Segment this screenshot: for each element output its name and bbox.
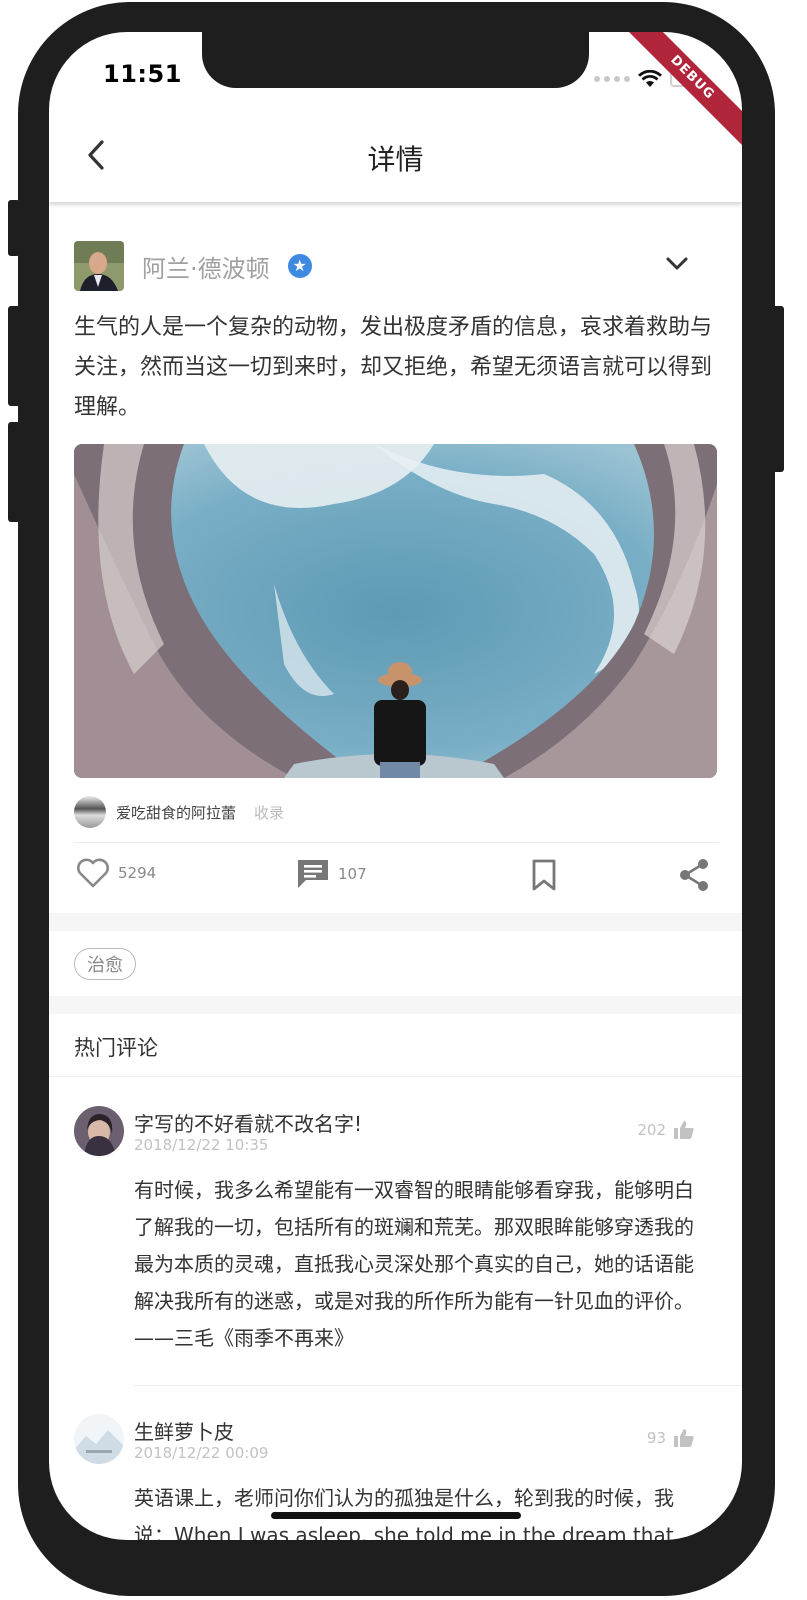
thumbs-up-icon <box>674 1429 694 1447</box>
chevron-down-icon[interactable] <box>665 256 689 272</box>
side-button-volume-up <box>8 306 20 406</box>
comment-button[interactable]: 107 <box>296 858 367 890</box>
page-title: 详情 <box>367 143 424 176</box>
image-credit[interactable]: 爱吃甜食的阿拉蕾 收录 <box>74 796 284 828</box>
divider <box>49 1076 742 1077</box>
bookmark-icon[interactable] <box>531 858 557 892</box>
author-name[interactable]: 阿兰·德波顿 <box>142 249 270 284</box>
comment-count: 107 <box>338 865 367 883</box>
commenter-avatar[interactable] <box>74 1106 124 1156</box>
thumbs-up-icon <box>674 1121 694 1139</box>
comment-like-button[interactable]: 93 <box>647 1429 694 1447</box>
author-avatar[interactable] <box>74 241 124 291</box>
comment-text: 有时候，我多么希望能有一双睿智的眼睛能够看穿我，能够明白了解我的一切，包括所有的… <box>134 1178 694 1350</box>
post-content: 生气的人是一个复杂的动物，发出极度矛盾的信息，哀求着救助与关注，然而当这一切到来… <box>74 315 713 420</box>
comment-item: 字写的不好看就不改名字! 2018/12/22 10:35 202 有时候，我多… <box>49 1102 742 1392</box>
tag-chip[interactable]: 治愈 <box>74 948 136 980</box>
comment-icon <box>298 860 328 888</box>
comment-item: 生鲜萝卜皮 2018/12/22 00:09 93 英语课上，老师问你们认为的孤… <box>49 1410 742 1540</box>
hot-comments-title: 热门评论 <box>74 1036 158 1060</box>
comment-time: 2018/12/22 00:09 <box>134 1444 269 1462</box>
status-time: 11:51 <box>103 60 182 88</box>
section-separator <box>49 996 742 1014</box>
like-button[interactable]: 5294 <box>76 858 156 888</box>
section-separator <box>49 913 742 931</box>
credit-name[interactable]: 爱吃甜食的阿拉蕾 <box>116 802 236 823</box>
comment-like-count: 202 <box>637 1121 666 1139</box>
commenter-avatar[interactable] <box>74 1414 124 1464</box>
divider <box>134 1385 742 1386</box>
screen: 11:51 DEBUG 详情 阿兰·德波顿 ★ 生气的人是一个复杂的动物，发出极… <box>49 32 742 1540</box>
post-image[interactable] <box>74 444 717 778</box>
notch <box>202 32 589 88</box>
side-button-mute <box>8 200 20 256</box>
commenter-name[interactable]: 生鲜萝卜皮 <box>134 1416 234 1445</box>
comment-time: 2018/12/22 10:35 <box>134 1136 269 1154</box>
star-badge-icon: ★ <box>287 254 312 278</box>
commenter-name[interactable]: 字写的不好看就不改名字! <box>134 1108 362 1137</box>
heart-icon <box>77 858 109 888</box>
credit-label: 收录 <box>254 803 285 822</box>
comment-text: 英语课上，老师问你们认为的孤独是什么，轮到我的时候，我说：When I was … <box>134 1486 674 1540</box>
divider <box>74 842 719 843</box>
comment-like-button[interactable]: 202 <box>637 1121 694 1139</box>
like-count: 5294 <box>118 864 157 882</box>
author-row[interactable]: 阿兰·德波顿 ★ <box>74 241 312 291</box>
side-button-power <box>772 306 784 472</box>
wifi-icon <box>638 70 662 87</box>
credit-avatar[interactable] <box>74 796 106 828</box>
signal-icon <box>594 76 630 82</box>
comment-like-count: 93 <box>646 1429 666 1447</box>
app-bar: 详情 <box>49 120 742 202</box>
side-button-volume-down <box>8 422 20 522</box>
home-indicator[interactable] <box>271 1512 521 1519</box>
share-icon[interactable] <box>678 858 710 892</box>
action-bar: 5294 107 <box>74 854 719 898</box>
